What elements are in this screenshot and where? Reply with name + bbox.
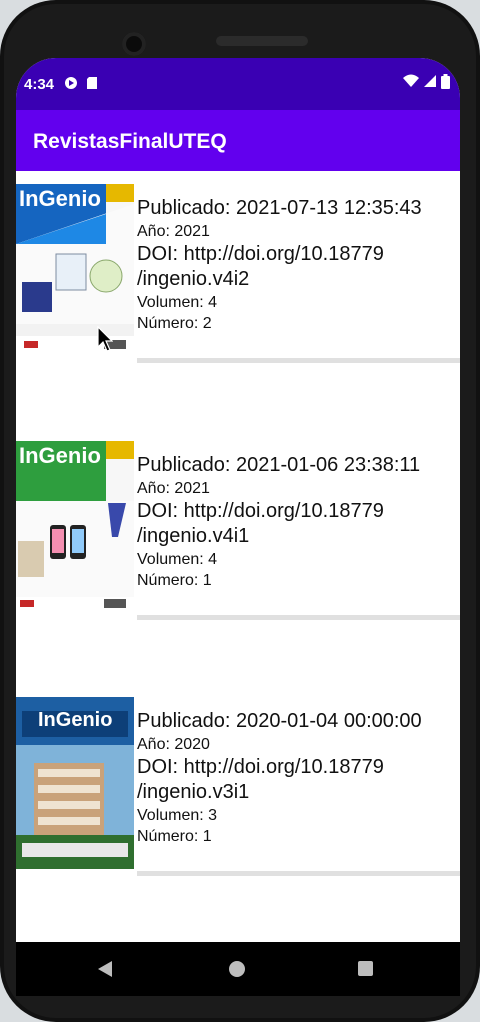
issue-volume: Volumen: 4: [137, 294, 218, 311]
issue-cover-image[interactable]: InGenio: [16, 184, 134, 356]
issue-doi-line2: /ingenio.v3i1: [137, 781, 250, 803]
status-time: 4:34: [24, 76, 55, 93]
issue-item[interactable]: InGenio Publicado: 2020-01-04 00:00:00 A…: [16, 684, 460, 879]
battery-icon: [441, 74, 450, 92]
play-protect-icon: [64, 76, 78, 93]
item-divider: [137, 615, 460, 620]
status-bar: 4:34: [16, 58, 460, 110]
status-notification-icons: [64, 76, 98, 93]
issue-number: Número: 1: [137, 828, 212, 845]
issue-volume: Volumen: 3: [137, 807, 218, 824]
issue-number: Número: 2: [137, 315, 212, 332]
signal-icon: [423, 74, 437, 92]
status-system-icons: [403, 74, 450, 92]
recents-icon[interactable]: [358, 961, 373, 976]
issue-published: Publicado: 2020-01-04 00:00:00: [137, 710, 422, 732]
app-bar: RevistasFinalUTEQ: [16, 110, 460, 171]
issue-cover-image[interactable]: InGenio: [16, 697, 134, 869]
issue-doi-line2: /ingenio.v4i2: [137, 268, 250, 290]
item-divider: [137, 871, 460, 876]
issue-doi-line1: DOI: http://doi.org/10.18779: [137, 500, 384, 522]
issue-info: Publicado: 2021-07-13 12:35:43 Año: 2021…: [137, 196, 457, 334]
item-divider: [137, 358, 460, 363]
app-title: RevistasFinalUTEQ: [33, 130, 227, 153]
issue-doi-line1: DOI: http://doi.org/10.18779: [137, 756, 384, 778]
front-camera: [122, 32, 146, 56]
issue-doi-line2: /ingenio.v4i1: [137, 525, 250, 547]
issue-published: Publicado: 2021-01-06 23:38:11: [137, 454, 421, 476]
issue-item[interactable]: InGenio Publicado: 2021-01-06 23:38:11 A…: [16, 428, 460, 623]
cover-title: InGenio: [19, 443, 101, 468]
issue-published: Publicado: 2021-07-13 12:35:43: [137, 197, 422, 219]
wifi-icon: [403, 74, 419, 92]
issue-volume: Volumen: 4: [137, 551, 218, 568]
cover-title: InGenio: [38, 709, 113, 731]
issue-info: Publicado: 2021-01-06 23:38:11 Año: 2021…: [137, 453, 457, 591]
system-navigation-bar: [16, 942, 460, 996]
home-icon[interactable]: [229, 961, 245, 977]
issue-year: Año: 2021: [137, 480, 210, 497]
cover-title: InGenio: [19, 186, 101, 211]
issue-number: Número: 1: [137, 572, 212, 589]
issue-item[interactable]: InGenio Publicado: 2021-07-13 12:35:43 A…: [16, 171, 460, 366]
issue-year: Año: 2020: [137, 736, 210, 753]
issue-cover-image[interactable]: InGenio: [16, 441, 134, 613]
issue-doi-line1: DOI: http://doi.org/10.18779: [137, 243, 384, 265]
issue-year: Año: 2021: [137, 223, 210, 240]
sd-card-icon: [86, 76, 98, 93]
issue-info: Publicado: 2020-01-04 00:00:00 Año: 2020…: [137, 709, 457, 847]
back-icon[interactable]: [98, 961, 112, 977]
app-screen: 4:34 RevistasFinalUTEQ InGenio Publicado…: [16, 58, 460, 942]
earpiece: [216, 36, 308, 46]
